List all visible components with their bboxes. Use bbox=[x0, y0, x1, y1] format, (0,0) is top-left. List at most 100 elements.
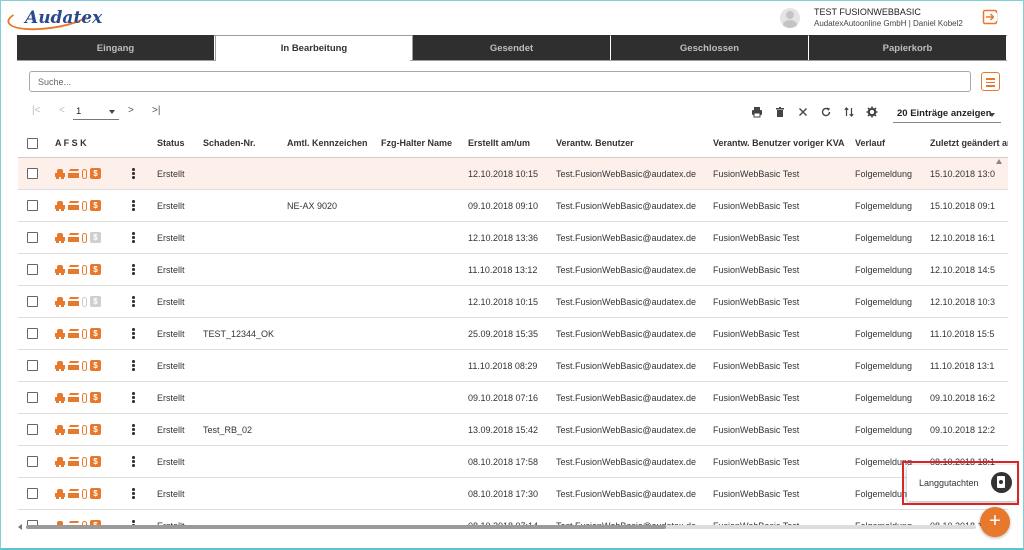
scroll-left-icon[interactable] bbox=[18, 524, 22, 530]
column-status[interactable]: Status bbox=[157, 138, 185, 148]
cost-icon: $ bbox=[90, 296, 101, 307]
column-benutzer-kva[interactable]: Verantw. Benutzer voriger KVA bbox=[713, 138, 845, 148]
row-checkbox[interactable] bbox=[27, 328, 38, 339]
cell-benutzer_kva: FusionWebBasic Test bbox=[713, 297, 800, 307]
car-icon bbox=[55, 328, 65, 339]
entries-per-page-value: 20 Einträge anzeigen bbox=[897, 108, 992, 119]
cell-benutzer: Test.FusionWebBasic@audatex.de bbox=[556, 265, 697, 275]
table-row[interactable]: $ Erstellt 09.10.2018 07:16 Test.FusionWebB… bbox=[18, 382, 1008, 414]
attachment-icon bbox=[82, 488, 87, 499]
afsk-icons: $ bbox=[55, 455, 101, 468]
car-icon bbox=[55, 456, 65, 467]
page-select[interactable]: 1 bbox=[73, 104, 119, 120]
row-menu-icon[interactable] bbox=[132, 296, 135, 308]
column-verlauf[interactable]: Verlauf bbox=[855, 138, 885, 148]
settings-icon[interactable] bbox=[866, 106, 878, 118]
cell-status: Erstellt bbox=[157, 489, 185, 499]
attachment-icon bbox=[82, 200, 87, 211]
table-row[interactable]: $ Erstellt 08.10.2018 17:58 Test.FusionWebB… bbox=[18, 446, 1008, 478]
next-page-button[interactable]: > bbox=[128, 105, 134, 116]
delete-icon[interactable] bbox=[774, 106, 786, 118]
cell-benutzer: Test.FusionWebBasic@audatex.de bbox=[556, 489, 697, 499]
column-zuletzt-geaendert[interactable]: Zuletzt geändert am bbox=[930, 138, 1008, 148]
row-checkbox[interactable] bbox=[27, 296, 38, 307]
column-afsk[interactable]: A F S K bbox=[55, 138, 87, 148]
row-checkbox[interactable] bbox=[27, 392, 38, 403]
tab-gesendet[interactable]: Gesendet bbox=[413, 35, 611, 61]
sort-icon[interactable] bbox=[843, 106, 855, 118]
afsk-icons: $ bbox=[55, 359, 101, 372]
cell-geaendert: 12.10.2018 14:5 bbox=[930, 265, 996, 275]
print-icon[interactable] bbox=[751, 106, 763, 118]
status-tabs: Eingang In Bearbeitung Gesendet Geschlos… bbox=[17, 35, 1007, 61]
row-menu-icon[interactable] bbox=[132, 424, 135, 436]
cell-verlauf: Folgemeldung bbox=[855, 329, 913, 339]
row-checkbox[interactable] bbox=[27, 232, 38, 243]
horizontal-scrollbar[interactable] bbox=[18, 523, 980, 530]
logout-icon[interactable] bbox=[982, 9, 998, 25]
row-menu-icon[interactable] bbox=[132, 392, 135, 404]
column-benutzer[interactable]: Verantw. Benutzer bbox=[556, 138, 634, 148]
refresh-icon[interactable] bbox=[820, 106, 832, 118]
row-checkbox[interactable] bbox=[27, 488, 38, 499]
table-row[interactable]: $ Erstellt 12.10.2018 10:15 Test.FusionWebB… bbox=[18, 158, 1008, 190]
row-menu-icon[interactable] bbox=[132, 200, 135, 212]
search-input[interactable] bbox=[29, 71, 971, 92]
scrollbar-thumb[interactable] bbox=[26, 525, 666, 529]
row-menu-icon[interactable] bbox=[132, 488, 135, 500]
avatar[interactable] bbox=[780, 8, 800, 28]
car-icon bbox=[55, 168, 65, 179]
cost-icon: $ bbox=[90, 424, 101, 435]
column-halter-name[interactable]: Fzg-Halter Name bbox=[381, 138, 452, 148]
row-menu-icon[interactable] bbox=[132, 328, 135, 340]
cell-geaendert: 12.10.2018 10:3 bbox=[930, 297, 996, 307]
table-row[interactable]: $ Erstellt Test_RB_02 13.09.2018 15:42 Test.… bbox=[18, 414, 1008, 446]
table-row[interactable]: $ Erstellt 11.10.2018 08:29 Test.FusionWebB… bbox=[18, 350, 1008, 382]
row-checkbox[interactable] bbox=[27, 200, 38, 211]
column-schaden-nr[interactable]: Schaden-Nr. bbox=[203, 138, 256, 148]
row-checkbox[interactable] bbox=[27, 424, 38, 435]
tab-eingang[interactable]: Eingang bbox=[17, 35, 215, 61]
select-all-checkbox[interactable] bbox=[27, 138, 38, 149]
attachment-icon bbox=[82, 328, 87, 339]
tab-in-bearbeitung[interactable]: In Bearbeitung bbox=[215, 35, 413, 61]
car-icon bbox=[55, 424, 65, 435]
entries-per-page-select[interactable]: 20 Einträge anzeigen bbox=[893, 105, 1001, 123]
cell-erstellt: 09.10.2018 09:10 bbox=[468, 201, 539, 211]
damage-icon bbox=[67, 424, 80, 435]
table-row[interactable]: $ Erstellt 11.10.2018 13:12 Test.FusionWebB… bbox=[18, 254, 1008, 286]
cost-icon: $ bbox=[90, 360, 101, 371]
table-row[interactable]: $ Erstellt 12.10.2018 10:15 Test.FusionWebB… bbox=[18, 286, 1008, 318]
car-icon bbox=[55, 392, 65, 403]
row-menu-icon[interactable] bbox=[132, 232, 135, 244]
add-button[interactable]: + bbox=[980, 507, 1010, 537]
prev-page-button[interactable]: < bbox=[59, 105, 65, 116]
cell-verlauf: Folgemeldung bbox=[855, 201, 913, 211]
close-icon[interactable] bbox=[797, 106, 809, 118]
table-row[interactable]: $ Erstellt NE-AX 9020 09.10.2018 09:10 Test.… bbox=[18, 190, 1008, 222]
row-menu-icon[interactable] bbox=[132, 360, 135, 372]
row-menu-icon[interactable] bbox=[132, 456, 135, 468]
table-row[interactable]: $ Erstellt 08.10.2018 17:30 Test.FusionWebB… bbox=[18, 478, 1008, 510]
first-page-button[interactable]: |< bbox=[32, 105, 40, 116]
scroll-up-icon[interactable] bbox=[996, 159, 1002, 164]
row-checkbox[interactable] bbox=[27, 456, 38, 467]
chevron-down-icon bbox=[989, 113, 995, 117]
filter-menu-button[interactable] bbox=[981, 72, 1000, 91]
cell-schaden: TEST_12344_OK bbox=[203, 329, 275, 339]
cell-geaendert: 09.10.2018 16:2 bbox=[930, 393, 996, 403]
row-checkbox[interactable] bbox=[27, 360, 38, 371]
table-row[interactable]: $ Erstellt TEST_12344_OK 25.09.2018 15:35 Te… bbox=[18, 318, 1008, 350]
tab-papierkorb[interactable]: Papierkorb bbox=[809, 35, 1007, 61]
row-menu-icon[interactable] bbox=[132, 264, 135, 276]
row-menu-icon[interactable] bbox=[132, 168, 135, 180]
column-kennzeichen[interactable]: Amtl. Kennzeichen bbox=[287, 138, 368, 148]
cell-erstellt: 08.10.2018 17:58 bbox=[468, 457, 539, 467]
tab-geschlossen[interactable]: Geschlossen bbox=[611, 35, 809, 61]
row-checkbox[interactable] bbox=[27, 168, 38, 179]
column-erstellt[interactable]: Erstellt am/um bbox=[468, 138, 530, 148]
last-page-button[interactable]: >| bbox=[152, 105, 160, 116]
table-row[interactable]: $ Erstellt 12.10.2018 13:36 Test.FusionWebB… bbox=[18, 222, 1008, 254]
cost-icon: $ bbox=[90, 488, 101, 499]
row-checkbox[interactable] bbox=[27, 264, 38, 275]
